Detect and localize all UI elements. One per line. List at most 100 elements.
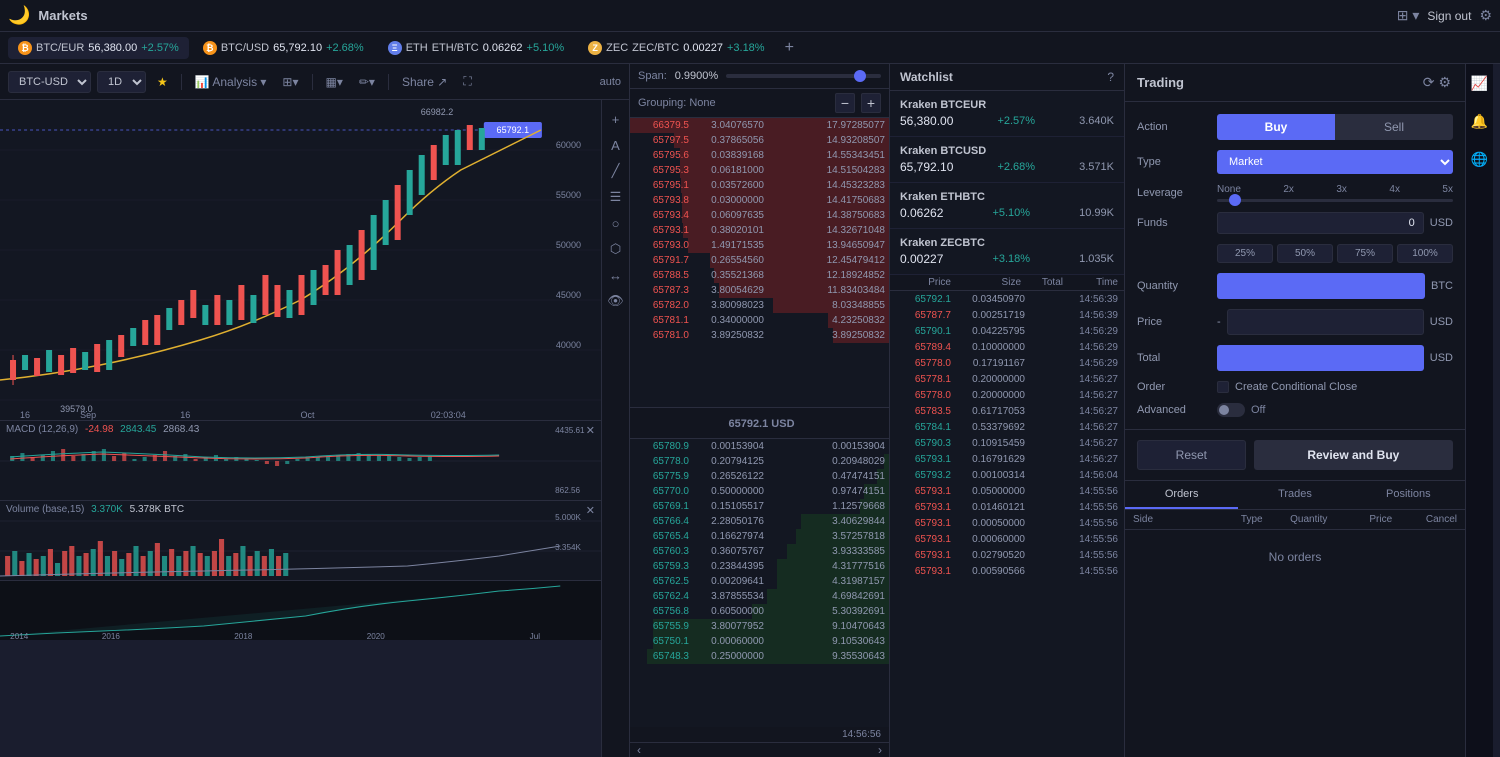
price-currency: USD xyxy=(1430,316,1453,328)
span-slider[interactable] xyxy=(726,74,881,78)
bid-row[interactable]: 65748.3 0.25000000 9.35530643 xyxy=(630,649,889,664)
ask-row[interactable]: 65793.8 0.03000000 14.41750683 xyxy=(630,193,889,208)
orders-columns: Side Type Quantity Price Cancel xyxy=(1125,510,1465,530)
grouping-decrease-button[interactable]: − xyxy=(835,93,855,113)
bid-row[interactable]: 65756.8 0.60500000 5.30392691 xyxy=(630,604,889,619)
line-tool[interactable]: ╱ xyxy=(605,160,627,182)
bid-row[interactable]: 65778.0 0.20794125 0.20948029 xyxy=(630,454,889,469)
measure-tool[interactable]: ↔ xyxy=(605,264,627,286)
price-input[interactable] xyxy=(1227,309,1424,335)
trading-settings-button[interactable]: ⚙ xyxy=(1436,72,1453,93)
ask-row[interactable]: 65795.3 0.06181000 14.51504283 xyxy=(630,163,889,178)
trade-row: 65790.1 0.04225795 14:56:29 xyxy=(890,323,1124,339)
fullscreen-button[interactable]: ⛶ xyxy=(458,71,476,92)
pct-75-button[interactable]: 75% xyxy=(1337,244,1393,263)
macd-close-button[interactable]: ✕ xyxy=(586,424,595,437)
watchlist-item-change: +3.18% xyxy=(992,253,1030,265)
add-tab-button[interactable]: + xyxy=(779,39,800,57)
bid-row[interactable]: 65770.0 0.50000000 0.97474151 xyxy=(630,484,889,499)
ask-row[interactable]: 65793.1 0.38020101 14.32671048 xyxy=(630,223,889,238)
watchlist-item-name: Kraken ETHBTC xyxy=(900,191,1114,203)
bid-row[interactable]: 65765.4 0.16627974 3.57257818 xyxy=(630,529,889,544)
watchlist-item[interactable]: Kraken ZECBTC 0.00227 +3.18% 1.035K xyxy=(890,229,1124,275)
pct-25-button[interactable]: 25% xyxy=(1217,244,1273,263)
bid-row[interactable]: 65769.1 0.15105517 1.12579668 xyxy=(630,499,889,514)
drawing-tools: + A ╱ ☰ ○ ⬡ ↔ 👁 xyxy=(601,100,629,757)
funds-input[interactable] xyxy=(1217,212,1424,234)
tab-positions[interactable]: Positions xyxy=(1352,481,1465,509)
volume-close-button[interactable]: ✕ xyxy=(586,504,595,517)
indicators-button[interactable]: ⊞▾ xyxy=(277,72,303,92)
timeframe-select[interactable]: 1D xyxy=(97,71,146,93)
ask-row[interactable]: 65797.5 0.37865056 14.93208507 xyxy=(630,133,889,148)
draw-button[interactable]: ✏▾ xyxy=(354,72,380,92)
bid-row[interactable]: 65750.1 0.00060000 9.10530643 xyxy=(630,634,889,649)
tab-zec-btc[interactable]: Z ZEC ZEC/BTC 0.00227 +3.18% xyxy=(578,37,774,59)
tab-orders[interactable]: Orders xyxy=(1125,481,1238,509)
bid-row[interactable]: 65755.9 3.80077952 9.10470643 xyxy=(630,619,889,634)
bid-row[interactable]: 65759.3 0.23844395 4.31777516 xyxy=(630,559,889,574)
grid-icon[interactable]: ⊞ ▾ xyxy=(1397,7,1420,24)
circle-tool[interactable]: ○ xyxy=(605,212,627,234)
tab-trades[interactable]: Trades xyxy=(1238,481,1351,509)
ask-row[interactable]: 65795.6 0.03839168 14.55343451 xyxy=(630,148,889,163)
sidebar-globe-icon[interactable]: 🌐 xyxy=(1469,148,1491,170)
advanced-toggle[interactable] xyxy=(1217,403,1245,417)
bid-row[interactable]: 65775.9 0.26526122 0.47474151 xyxy=(630,469,889,484)
tab-eth-btc[interactable]: Ξ ETH ETH/BTC 0.06262 +5.10% xyxy=(378,37,574,59)
watchlist-item[interactable]: Kraken BTCEUR 56,380.00 +2.57% 3.640K xyxy=(890,91,1124,137)
pct-50-button[interactable]: 50% xyxy=(1277,244,1333,263)
ask-row[interactable]: 65782.0 3.80098023 8.03348855 xyxy=(630,298,889,313)
ask-row[interactable]: 65781.0 3.89250832 3.89250832 xyxy=(630,328,889,343)
volume-label: Volume (base,15) 3.370K 5.378K BTC xyxy=(6,504,184,515)
watchlist-help-button[interactable]: ? xyxy=(1107,70,1114,84)
sidebar-bell-icon[interactable]: 🔔 xyxy=(1469,110,1491,132)
tab-btc-usd[interactable]: ₿ BTC/USD 65,792.10 +2.68% xyxy=(193,37,374,59)
bid-row[interactable]: 65762.5 0.00209641 4.31987157 xyxy=(630,574,889,589)
text-tool[interactable]: A xyxy=(605,134,627,156)
ask-row[interactable]: 65793.0 1.49171535 13.94650947 xyxy=(630,238,889,253)
sign-out-button[interactable]: Sign out xyxy=(1427,9,1471,23)
ask-row[interactable]: 65787.3 3.80054629 11.83403484 xyxy=(630,283,889,298)
ask-row[interactable]: 65788.5 0.35521368 12.18924852 xyxy=(630,268,889,283)
watchlist-item[interactable]: Kraken BTCUSD 65,792.10 +2.68% 3.571K xyxy=(890,137,1124,183)
bid-row[interactable]: 65766.4 2.28050176 3.40629844 xyxy=(630,514,889,529)
ask-row[interactable]: 65795.1 0.03572600 14.45323283 xyxy=(630,178,889,193)
plus-tool[interactable]: + xyxy=(605,108,627,130)
left-arrow[interactable]: ‹ xyxy=(634,743,644,757)
right-arrow[interactable]: › xyxy=(875,743,885,757)
ask-row[interactable]: 65793.4 0.06097635 14.38750683 xyxy=(630,208,889,223)
analysis-button[interactable]: 📊 Analysis ▾ xyxy=(190,72,272,92)
favorite-button[interactable]: ★ xyxy=(152,72,173,92)
pct-100-button[interactable]: 100% xyxy=(1397,244,1453,263)
watchlist-item[interactable]: Kraken ETHBTC 0.06262 +5.10% 10.99K xyxy=(890,183,1124,229)
total-input[interactable] xyxy=(1217,345,1424,371)
pair-select[interactable]: BTC-USD xyxy=(8,71,91,93)
share-button[interactable]: Share ↗ xyxy=(397,72,452,92)
horizontal-line-tool[interactable]: ☰ xyxy=(605,186,627,208)
shape-tool[interactable]: ⬡ xyxy=(605,238,627,260)
quantity-input[interactable] xyxy=(1217,273,1425,299)
type-select[interactable]: Market Limit Stop xyxy=(1217,150,1453,174)
bid-row[interactable]: 65762.4 3.87855534 4.69842691 xyxy=(630,589,889,604)
watchlist-item-volume: 10.99K xyxy=(1079,207,1114,219)
eye-tool[interactable]: 👁 xyxy=(605,290,627,312)
review-buy-button[interactable]: Review and Buy xyxy=(1254,440,1453,470)
reset-button[interactable]: Reset xyxy=(1137,440,1246,470)
ask-row[interactable]: 65791.7 0.26554560 12.45479412 xyxy=(630,253,889,268)
ask-row[interactable]: 66379.5 3.04076570 17.97285077 xyxy=(630,118,889,133)
sell-button[interactable]: Sell xyxy=(1335,114,1453,140)
ask-row[interactable]: 65781.1 0.34000000 4.23250832 xyxy=(630,313,889,328)
settings-icon[interactable]: ⚙ xyxy=(1479,7,1492,24)
grouping-increase-button[interactable]: + xyxy=(861,93,881,113)
bid-row[interactable]: 65780.9 0.00153904 0.00153904 xyxy=(630,439,889,454)
trading-refresh-button[interactable]: ⟳ xyxy=(1421,72,1437,93)
candle-type-button[interactable]: ▦▾ xyxy=(321,72,348,92)
tab-btc-eur[interactable]: ₿ BTC/EUR 56,380.00 +2.57% xyxy=(8,37,189,59)
sidebar-chart-icon[interactable]: 📈 xyxy=(1469,72,1491,94)
buy-button[interactable]: Buy xyxy=(1217,114,1335,140)
main-chart-area[interactable]: 60000 55000 50000 45000 40000 66982.2 39… xyxy=(0,100,601,420)
bid-row[interactable]: 65760.3 0.36075767 3.93333585 xyxy=(630,544,889,559)
order-checkbox[interactable] xyxy=(1217,381,1229,393)
leverage-slider[interactable] xyxy=(1217,199,1453,202)
